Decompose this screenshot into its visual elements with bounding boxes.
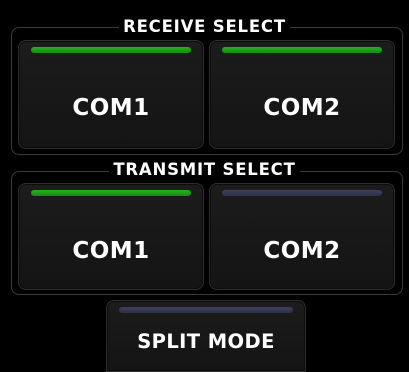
receive-com1-label: COM1 xyxy=(72,95,150,121)
transmit-com2-indicator xyxy=(222,190,382,196)
receive-select-title: RECEIVE SELECT xyxy=(0,17,409,37)
transmit-select-title: TRANSMIT SELECT xyxy=(0,160,409,180)
split-mode-indicator xyxy=(119,307,293,313)
receive-com2-indicator xyxy=(222,47,382,53)
transmit-com1-button[interactable]: COM1 xyxy=(18,183,204,290)
split-mode-button[interactable]: SPLIT MODE xyxy=(106,300,306,372)
transmit-com2-label: COM2 xyxy=(263,238,341,264)
receive-com2-label: COM2 xyxy=(263,95,341,121)
transmit-com1-label: COM1 xyxy=(72,238,150,264)
receive-com1-button[interactable]: COM1 xyxy=(18,40,204,149)
transmit-com2-button[interactable]: COM2 xyxy=(209,183,395,290)
transmit-com1-indicator xyxy=(31,190,191,196)
receive-com2-button[interactable]: COM2 xyxy=(209,40,395,149)
split-mode-label: SPLIT MODE xyxy=(137,330,275,353)
receive-com1-indicator xyxy=(31,47,191,53)
